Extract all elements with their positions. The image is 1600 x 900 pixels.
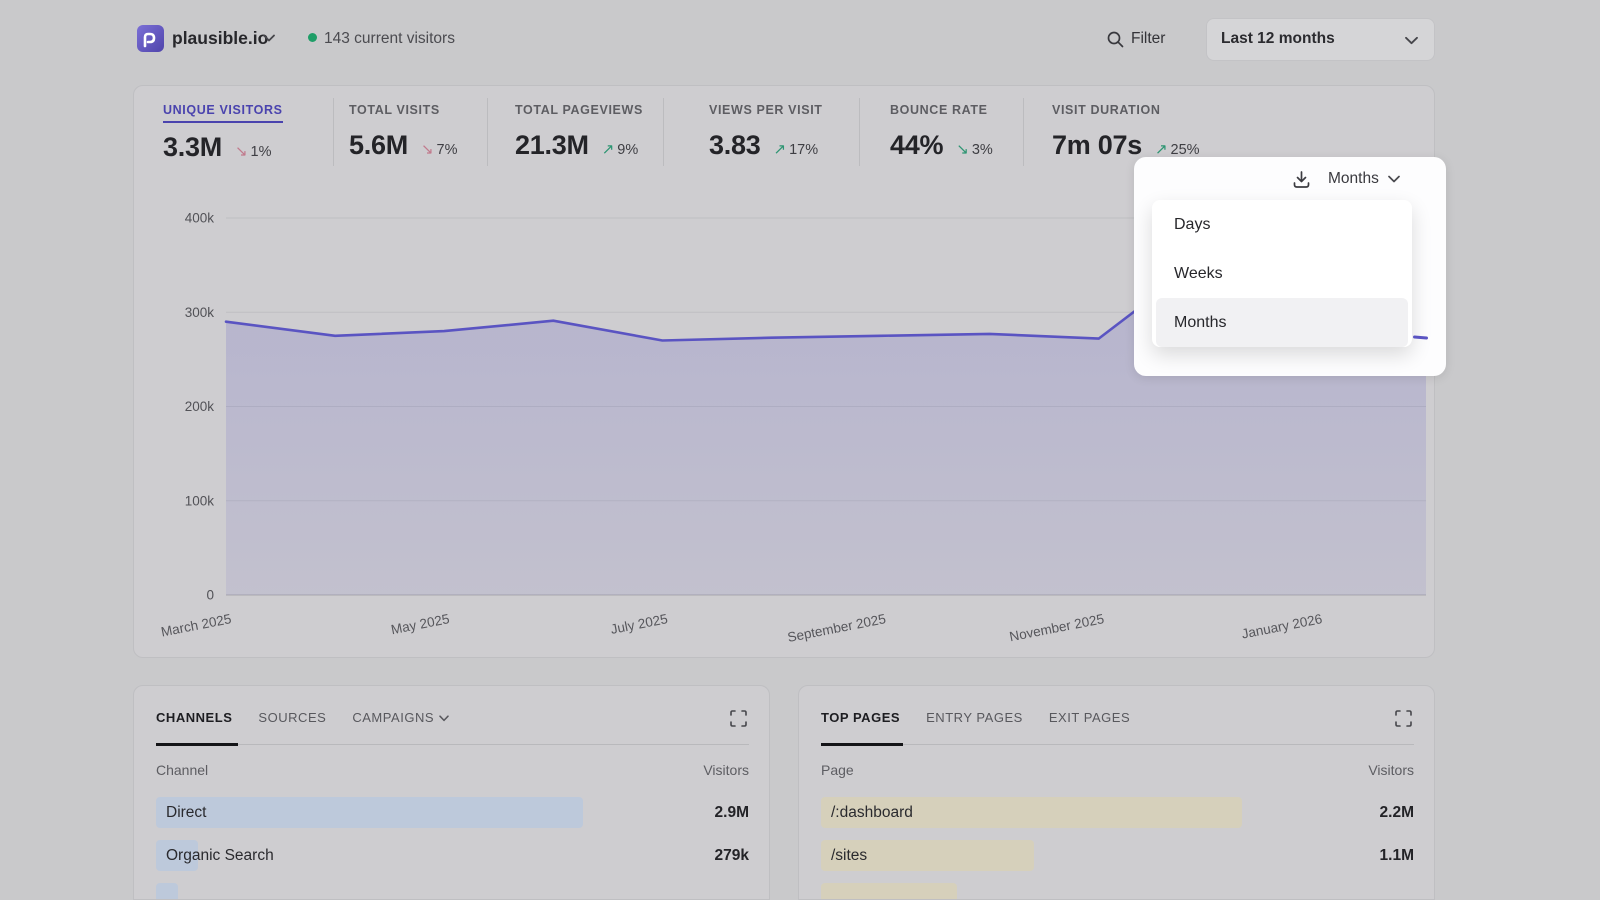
row-name[interactable]: Direct: [166, 797, 206, 828]
table-row-partial[interactable]: [821, 883, 1414, 900]
svg-text:200k: 200k: [185, 399, 215, 414]
svg-text:0: 0: [206, 588, 214, 603]
tab-campaigns[interactable]: CAMPAIGNS: [352, 710, 449, 725]
menu-item-months[interactable]: Months: [1156, 298, 1408, 347]
tab-entry-pages[interactable]: ENTRY PAGES: [926, 710, 1023, 725]
column-header-channel: Channel: [156, 762, 208, 778]
row-name[interactable]: Organic Search: [166, 840, 274, 871]
row-name[interactable]: /:dashboard: [831, 797, 913, 828]
date-range-value: Last 12 months: [1221, 30, 1335, 48]
plausible-logo: [137, 25, 164, 52]
active-tab-underline: [821, 743, 903, 746]
column-header-visitors: Visitors: [1368, 762, 1414, 778]
row-bar: [821, 883, 957, 900]
svg-text:400k: 400k: [185, 211, 215, 226]
row-value: 1.1M: [1380, 840, 1414, 871]
menu-item-days[interactable]: Days: [1152, 200, 1412, 249]
live-visitors-dot-icon: [308, 33, 317, 42]
tab-channels[interactable]: CHANNELS: [156, 710, 232, 725]
channels-panel: CHANNELS SOURCES CAMPAIGNS Channel Visit…: [133, 685, 770, 900]
chevron-down-icon: [1388, 175, 1400, 183]
interval-selected-label: Months: [1328, 170, 1379, 188]
table-row[interactable]: /:dashboard 2.2M: [821, 797, 1414, 828]
tab-top-pages[interactable]: TOP PAGES: [821, 710, 900, 725]
svg-text:100k: 100k: [185, 493, 215, 508]
row-name[interactable]: /sites: [831, 840, 867, 871]
download-icon[interactable]: [1292, 170, 1311, 189]
svg-text:September 2025: September 2025: [786, 611, 887, 645]
column-header-page: Page: [821, 762, 854, 778]
tabs-divider: [156, 744, 749, 745]
svg-text:March 2025: March 2025: [160, 611, 233, 639]
row-bar: [156, 883, 178, 900]
tabs-divider: [821, 744, 1414, 745]
table-row[interactable]: /sites 1.1M: [821, 840, 1414, 871]
pages-panel: TOP PAGES ENTRY PAGES EXIT PAGES Page Vi…: [798, 685, 1435, 900]
row-value: 2.2M: [1380, 797, 1414, 828]
interval-dropdown-trigger[interactable]: Months: [1292, 166, 1400, 192]
chevron-down-icon: [1405, 36, 1418, 45]
column-header-visitors: Visitors: [703, 762, 749, 778]
menu-item-weeks[interactable]: Weeks: [1152, 249, 1412, 298]
svg-text:November 2025: November 2025: [1008, 611, 1105, 644]
svg-text:July 2025: July 2025: [609, 611, 669, 637]
chevron-down-icon: [439, 710, 449, 725]
svg-text:January 2026: January 2026: [1240, 611, 1323, 641]
tab-sources[interactable]: SOURCES: [258, 710, 326, 725]
table-row[interactable]: Direct 2.9M: [156, 797, 749, 828]
table-row-partial[interactable]: [156, 883, 749, 900]
expand-icon[interactable]: [1395, 710, 1412, 727]
row-value: 2.9M: [715, 797, 749, 828]
active-tab-underline: [156, 743, 238, 746]
date-range-dropdown[interactable]: Last 12 months: [1206, 18, 1435, 61]
svg-text:May 2025: May 2025: [390, 611, 451, 637]
svg-text:300k: 300k: [185, 305, 215, 320]
row-value: 279k: [715, 840, 749, 871]
tab-exit-pages[interactable]: EXIT PAGES: [1049, 710, 1130, 725]
site-switcher-chevron-icon[interactable]: [263, 34, 275, 42]
current-visitors-count[interactable]: 143 current visitors: [324, 30, 455, 48]
site-name[interactable]: plausible.io: [172, 28, 268, 49]
expand-icon[interactable]: [730, 710, 747, 727]
interval-menu: Days Weeks Months: [1152, 200, 1412, 347]
search-icon[interactable]: [1106, 30, 1125, 49]
row-bar: [156, 797, 583, 828]
table-row[interactable]: Organic Search 279k: [156, 840, 749, 871]
filter-button[interactable]: Filter: [1131, 30, 1165, 48]
